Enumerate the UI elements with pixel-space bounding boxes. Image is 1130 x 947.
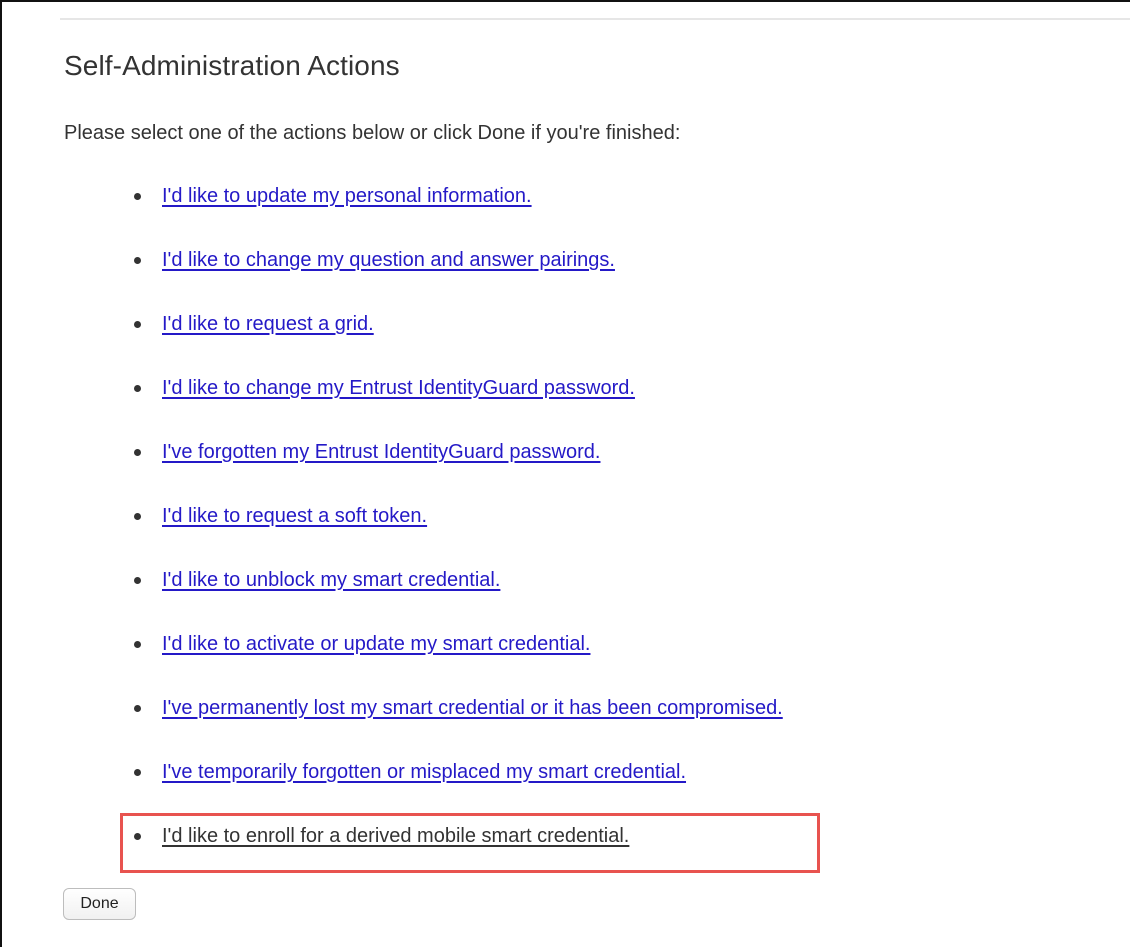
bullet <box>134 705 141 712</box>
bullet <box>134 577 141 584</box>
bullet <box>134 769 141 776</box>
bullet <box>134 641 141 648</box>
misplaced-smart-credential-link[interactable]: I've temporarily forgotten or misplaced … <box>162 755 686 789</box>
activate-smart-credential-link[interactable]: I'd like to activate or update my smart … <box>162 627 590 661</box>
change-qa-pairings-link[interactable]: I'd like to change my question and answe… <box>162 243 615 277</box>
page-title: Self-Administration Actions <box>64 50 400 81</box>
lost-smart-credential-link[interactable]: I've permanently lost my smart credentia… <box>162 691 783 725</box>
done-button[interactable]: Done <box>63 888 136 920</box>
intro-text: Please select one of the actions below o… <box>64 122 681 144</box>
request-soft-token-link[interactable]: I'd like to request a soft token. <box>162 499 427 533</box>
unblock-smart-credential-link[interactable]: I'd like to unblock my smart credential. <box>162 563 500 597</box>
bullet <box>134 321 141 328</box>
change-password-link[interactable]: I'd like to change my Entrust IdentityGu… <box>162 371 635 405</box>
page-frame: Self-Administration Actions Please selec… <box>0 0 1130 947</box>
top-divider <box>60 18 1130 20</box>
highlight-box <box>120 813 820 873</box>
bullet <box>134 385 141 392</box>
forgotten-password-link[interactable]: I've forgotten my Entrust IdentityGuard … <box>162 435 600 469</box>
request-grid-link[interactable]: I'd like to request a grid. <box>162 307 374 341</box>
update-personal-info-link[interactable]: I'd like to update my personal informati… <box>162 179 532 213</box>
bullet <box>134 193 141 200</box>
bullet <box>134 257 141 264</box>
bullet <box>134 513 141 520</box>
bullet <box>134 449 141 456</box>
